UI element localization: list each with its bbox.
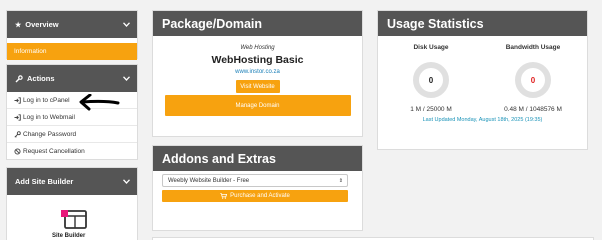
- disk-gauge-value: 0: [429, 76, 434, 85]
- wrench-icon: [15, 74, 23, 83]
- sidebar-item-label: Log in to Webmail: [23, 113, 75, 121]
- addons-title: Addons and Extras: [153, 146, 362, 171]
- site-builder-label: Site Builder: [52, 233, 86, 239]
- overview-panel: ★ Overview Information: [6, 10, 138, 60]
- bandwidth-usage-title: Bandwidth Usage: [505, 44, 561, 51]
- addon-select[interactable]: Weebly Website Builder - Free ⇕: [162, 174, 348, 187]
- last-updated: Last Updated Monday, August 18th, 2025 (…: [422, 117, 543, 123]
- key-icon: [14, 130, 23, 138]
- site-builder-title: Add Site Builder: [15, 177, 74, 186]
- sidebar-item-request-cancellation[interactable]: Request Cancellation: [7, 143, 137, 160]
- actions-title: Actions: [27, 74, 55, 83]
- select-arrows-icon: ⇕: [338, 177, 343, 184]
- package-name: WebHosting Basic: [211, 54, 304, 66]
- addon-select-value: Weebly Website Builder - Free: [168, 177, 250, 184]
- package-type: Web Hosting: [240, 45, 275, 51]
- sign-in-icon: [14, 96, 23, 104]
- visit-website-button[interactable]: Visit Website: [235, 80, 280, 93]
- purchase-activate-button[interactable]: Purchase and Activate: [162, 190, 348, 202]
- annotation-arrow: [79, 94, 120, 111]
- disk-usage-gauge: 0: [413, 62, 449, 98]
- site-builder-header[interactable]: Add Site Builder: [7, 168, 137, 195]
- sidebar-item-label: Request Cancellation: [23, 148, 85, 155]
- sidebar-item-label: Change Password: [23, 130, 77, 138]
- usage-title: Usage Statistics: [378, 11, 587, 36]
- chevron-down-icon[interactable]: [123, 76, 130, 81]
- sidebar-item-label: Information: [14, 48, 47, 55]
- package-domain-link[interactable]: www.instor.co.za: [153, 69, 362, 75]
- star-icon: ★: [15, 21, 22, 29]
- package-card: Package/Domain Web Hosting WebHosting Ba…: [152, 10, 363, 137]
- actions-panel: Actions Log in to cPanel Log in to Webma…: [6, 64, 138, 160]
- overview-header[interactable]: ★ Overview: [7, 11, 137, 38]
- cart-icon: [220, 193, 228, 199]
- disk-usage-value: 1 M / 25000 M: [410, 106, 452, 113]
- actions-header[interactable]: Actions: [7, 65, 137, 92]
- sidebar-item-change-password[interactable]: Change Password: [7, 126, 137, 143]
- purchase-label: Purchase and Activate: [230, 193, 290, 199]
- addons-card: Addons and Extras Weebly Website Builder…: [152, 145, 363, 231]
- bandwidth-usage-value: 0.48 M / 1048576 M: [504, 106, 562, 113]
- overview-title: Overview: [25, 20, 59, 29]
- disk-usage-title: Disk Usage: [413, 44, 449, 51]
- manage-domain-button[interactable]: Manage Domain: [164, 95, 351, 116]
- sidebar-item-information[interactable]: Information: [7, 43, 137, 60]
- bandwidth-usage-gauge: 0: [515, 62, 551, 98]
- chevron-down-icon[interactable]: [123, 179, 130, 184]
- bandwidth-usage: Bandwidth Usage 0 0.48 M / 1048576 M: [483, 44, 583, 113]
- disk-usage: Disk Usage 0 1 M / 25000 M: [381, 44, 481, 113]
- sign-in-icon: [14, 113, 23, 121]
- chevron-down-icon[interactable]: [123, 22, 130, 27]
- package-title: Package/Domain: [153, 11, 362, 36]
- sidebar-item-label: Log in to cPanel: [23, 96, 70, 104]
- usage-card: Usage Statistics Disk Usage 0 1 M / 2500…: [377, 10, 588, 150]
- site-builder-icon[interactable]: [58, 210, 88, 230]
- bandwidth-gauge-value: 0: [531, 76, 536, 85]
- client-area: ★ Overview Information Actions Log in to…: [0, 0, 602, 240]
- ban-icon: [14, 148, 23, 155]
